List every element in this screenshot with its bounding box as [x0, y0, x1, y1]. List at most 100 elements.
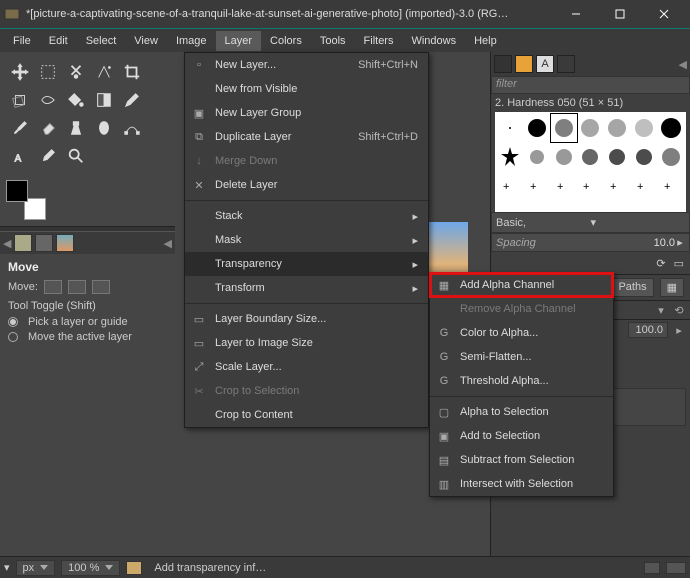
move-mode-selection-icon[interactable] [68, 280, 86, 294]
mi-add-to-selection[interactable]: ▣Add to Selection [430, 424, 613, 448]
brush-item[interactable] [578, 143, 604, 171]
rotate-tool-icon[interactable] [6, 86, 34, 114]
fg-color-swatch[interactable] [6, 180, 28, 202]
menu-file[interactable]: File [4, 31, 40, 51]
gradient-tool-icon[interactable] [90, 86, 118, 114]
mi-new-layer[interactable]: ▫New Layer...Shift+Ctrl+N [185, 53, 428, 77]
warp-tool-icon[interactable] [34, 86, 62, 114]
brush-item[interactable]: + [524, 172, 550, 200]
move-mode-layer-icon[interactable] [44, 280, 62, 294]
mi-transform[interactable]: Transform▸ [185, 276, 428, 300]
mi-layer-boundary[interactable]: ▭Layer Boundary Size... [185, 307, 428, 331]
menu-select[interactable]: Select [77, 31, 126, 51]
menu-windows[interactable]: Windows [402, 31, 465, 51]
brush-item[interactable] [658, 143, 684, 171]
smudge-tool-icon[interactable] [90, 114, 118, 142]
mi-alpha-to-selection[interactable]: ▢Alpha to Selection [430, 400, 613, 424]
mi-intersect-with-selection[interactable]: ▥Intersect with Selection [430, 472, 613, 496]
mi-duplicate-layer[interactable]: ⧉Duplicate LayerShift+Ctrl+D [185, 125, 428, 149]
brush-spacing-field[interactable]: Spacing10.0▸ [491, 233, 690, 252]
free-select-tool-icon[interactable] [62, 58, 90, 86]
brush-item[interactable]: + [604, 172, 630, 200]
minimize-button[interactable] [554, 0, 598, 28]
crop-tool-icon[interactable] [118, 58, 146, 86]
move-mode-path-icon[interactable] [92, 280, 110, 294]
device-status-tab-icon[interactable] [35, 234, 53, 252]
menu-image[interactable]: Image [167, 31, 216, 51]
brush-item[interactable]: + [578, 172, 604, 200]
paintbrush-tool-icon[interactable] [6, 114, 34, 142]
brush-item[interactable] [604, 143, 630, 171]
eraser-tool-icon[interactable] [34, 114, 62, 142]
mi-crop-to-content[interactable]: Crop to Content [185, 403, 428, 427]
menu-edit[interactable]: Edit [40, 31, 77, 51]
images-tab-icon[interactable] [56, 234, 74, 252]
brush-item[interactable] [497, 114, 523, 142]
brush-item[interactable]: + [551, 172, 577, 200]
brush-item[interactable] [631, 143, 657, 171]
menu-layer[interactable]: Layer [216, 31, 262, 51]
history-tab-icon[interactable] [557, 55, 575, 73]
brushes-tab-icon[interactable] [494, 55, 512, 73]
opt-pick-layer[interactable]: Pick a layer or guide [8, 316, 167, 328]
tab-extras-icon[interactable]: ▦ [660, 278, 684, 297]
mi-mask[interactable]: Mask▸ [185, 228, 428, 252]
zoom-selector[interactable]: 100 % [61, 560, 120, 576]
pencil-tool-icon[interactable] [118, 86, 146, 114]
brush-item[interactable] [604, 114, 630, 142]
color-picker-tool-icon[interactable] [34, 142, 62, 170]
menu-view[interactable]: View [125, 31, 167, 51]
fuzzy-select-tool-icon[interactable] [90, 58, 118, 86]
mi-scale-layer[interactable]: ⤢Scale Layer... [185, 355, 428, 379]
brush-filter-input[interactable]: filter [491, 76, 690, 94]
brush-item[interactable] [551, 143, 577, 171]
brush-item[interactable] [658, 114, 684, 142]
brush-presets-dropdown[interactable]: Basic,▾ [491, 212, 690, 233]
tool-options-tab-icon[interactable] [14, 234, 32, 252]
brush-item[interactable] [524, 143, 550, 171]
mi-layer-to-image[interactable]: ▭Layer to Image Size [185, 331, 428, 355]
maximize-button[interactable] [598, 0, 642, 28]
mi-add-alpha-channel[interactable]: ▦Add Alpha Channel [430, 273, 613, 297]
menu-filters[interactable]: Filters [355, 31, 403, 51]
brush-item[interactable] [524, 114, 550, 142]
brush-item[interactable] [578, 114, 604, 142]
patterns-tab-icon[interactable] [515, 55, 533, 73]
mi-transparency[interactable]: Transparency▸ [185, 252, 428, 276]
brush-item[interactable]: + [497, 172, 523, 200]
status-cancel-icon[interactable] [644, 562, 660, 574]
mi-new-from-visible[interactable]: New from Visible [185, 77, 428, 101]
mi-color-to-alpha[interactable]: GColor to Alpha... [430, 321, 613, 345]
brush-item[interactable]: + [658, 172, 684, 200]
close-button[interactable] [642, 0, 686, 28]
opt-move-active[interactable]: Move the active layer [8, 331, 167, 343]
mi-threshold-alpha[interactable]: GThreshold Alpha... [430, 369, 613, 393]
status-nav-icon[interactable] [666, 562, 686, 574]
rect-select-tool-icon[interactable] [34, 58, 62, 86]
brush-item[interactable]: + [631, 172, 657, 200]
tab-paths[interactable]: Paths [611, 278, 653, 297]
mi-stack[interactable]: Stack▸ [185, 204, 428, 228]
status-unit-icon[interactable]: ▾ [4, 561, 10, 574]
fonts-tab-icon[interactable]: A [536, 55, 554, 73]
unit-selector[interactable]: px [16, 560, 56, 576]
mi-delete-layer[interactable]: ✕Delete Layer [185, 173, 428, 197]
menu-colors[interactable]: Colors [261, 31, 311, 51]
brush-item[interactable] [631, 114, 657, 142]
color-swatches[interactable] [6, 180, 46, 220]
mi-semi-flatten[interactable]: GSemi-Flatten... [430, 345, 613, 369]
mi-new-layer-group[interactable]: ▣New Layer Group [185, 101, 428, 125]
bucket-fill-tool-icon[interactable] [62, 86, 90, 114]
move-tool-icon[interactable] [6, 58, 34, 86]
zoom-tool-icon[interactable] [62, 142, 90, 170]
menu-help[interactable]: Help [465, 31, 506, 51]
reload-icon[interactable]: ⟳ [656, 257, 665, 270]
mi-subtract-from-selection[interactable]: ▤Subtract from Selection [430, 448, 613, 472]
path-tool-icon[interactable] [118, 114, 146, 142]
brush-item[interactable] [551, 114, 577, 142]
clone-tool-icon[interactable] [62, 114, 90, 142]
brush-grid[interactable]: + + + + + + + [495, 112, 686, 212]
brush-item[interactable] [497, 143, 523, 171]
text-tool-icon[interactable]: A [6, 142, 34, 170]
menu-tools[interactable]: Tools [311, 31, 355, 51]
